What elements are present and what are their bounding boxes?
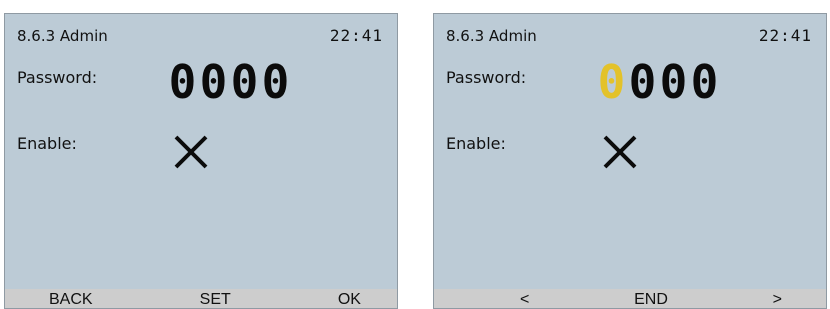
screen-title: 8.6.3 Admin: [446, 27, 537, 45]
password-field[interactable]: 0 0 0 0: [596, 58, 720, 106]
cross-icon: [603, 135, 637, 169]
end-softkey[interactable]: END: [634, 289, 668, 308]
password-digit-3[interactable]: 0: [229, 58, 260, 106]
enable-label: Enable:: [446, 134, 506, 153]
next-digit-softkey[interactable]: >: [773, 289, 782, 308]
ok-softkey[interactable]: OK: [338, 289, 361, 308]
cross-icon: [174, 135, 208, 169]
enable-label: Enable:: [17, 134, 77, 153]
softkey-bar: < END >: [434, 289, 826, 308]
password-digit-3[interactable]: 0: [658, 58, 689, 106]
back-softkey[interactable]: BACK: [49, 289, 93, 308]
clock: 22:41: [758, 26, 812, 45]
password-label: Password:: [446, 68, 527, 87]
enable-toggle[interactable]: [602, 134, 638, 170]
admin-screen-edit: 8.6.3 Admin 22:41 Password: 0 0 0 0 Enab…: [433, 13, 827, 309]
screen-title: 8.6.3 Admin: [17, 27, 108, 45]
password-digit-2[interactable]: 0: [198, 58, 229, 106]
enable-toggle[interactable]: [173, 134, 209, 170]
clock: 22:41: [329, 26, 383, 45]
admin-screen-view: 8.6.3 Admin 22:41 Password: 0 0 0 0 Enab…: [4, 13, 398, 309]
password-digit-1-active[interactable]: 0: [596, 58, 627, 106]
password-digit-2[interactable]: 0: [627, 58, 658, 106]
password-label: Password:: [17, 68, 98, 87]
password-field[interactable]: 0 0 0 0: [167, 58, 291, 106]
password-digit-4[interactable]: 0: [689, 58, 720, 106]
password-digit-1[interactable]: 0: [167, 58, 198, 106]
set-softkey[interactable]: SET: [200, 289, 231, 308]
password-digit-4[interactable]: 0: [260, 58, 291, 106]
previous-digit-softkey[interactable]: <: [520, 289, 529, 308]
softkey-bar: BACK SET OK: [5, 289, 397, 308]
